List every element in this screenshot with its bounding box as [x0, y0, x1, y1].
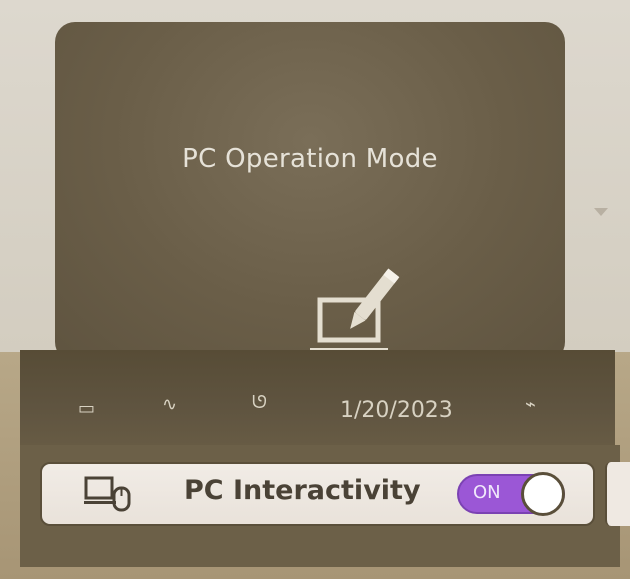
toggle-knob[interactable] [521, 472, 565, 516]
taskbar: ▭ ∿ ᘎ ⌁ [20, 350, 615, 445]
toggle-state-text: ON [473, 482, 501, 503]
pc-interactivity-label: PC Interactivity [184, 475, 421, 506]
network-icon[interactable]: ▭ [78, 398, 95, 419]
pc-operation-mode-dialog: PC Operation Mode [55, 22, 565, 362]
scroll-down-icon[interactable] [594, 208, 608, 216]
pc-interactivity-toggle[interactable]: ON [457, 472, 565, 516]
adjacent-control[interactable] [605, 462, 630, 526]
dialog-title: PC Operation Mode [182, 144, 438, 174]
laptop-mouse-icon [84, 476, 131, 512]
taskbar-date[interactable]: 1/20/2023 [340, 398, 453, 423]
pc-interactivity-control[interactable]: PC Interactivity ON [40, 462, 595, 526]
screen: PC Operation Mode ▭ ∿ ᘎ ⌁ 1/20/2023 PC I… [0, 0, 630, 579]
notification-icon[interactable]: ⌁ [525, 394, 536, 415]
volume-icon[interactable]: ᘎ [252, 392, 267, 413]
bluetooth-icon[interactable]: ∿ [162, 394, 177, 415]
